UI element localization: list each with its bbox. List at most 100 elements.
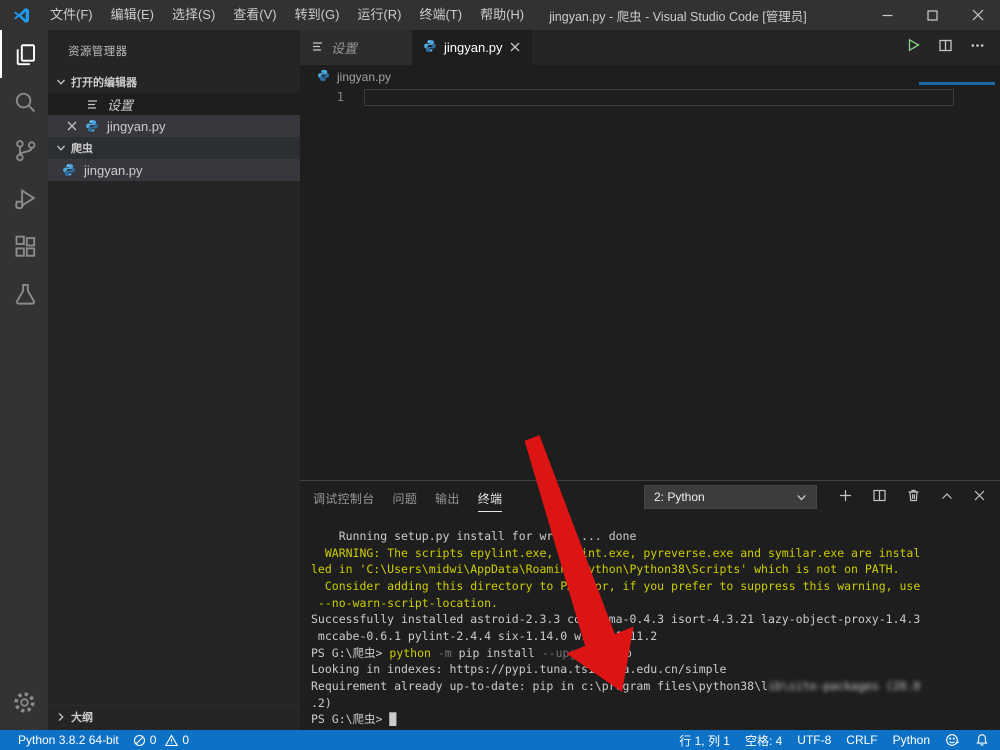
outline-label: 大纲 bbox=[71, 709, 93, 725]
activity-run-debug[interactable] bbox=[0, 174, 48, 222]
menu-file[interactable]: 文件(F) bbox=[41, 0, 102, 30]
section-label: 打开的编辑器 bbox=[71, 74, 137, 90]
panel-header: 调试控制台 问题 输出 终端 2: Python bbox=[300, 481, 1000, 513]
warning-count: 0 bbox=[182, 733, 189, 747]
close-icon[interactable] bbox=[510, 40, 520, 55]
terminal-select[interactable]: 2: Python bbox=[644, 485, 817, 509]
menu-go[interactable]: 转到(G) bbox=[286, 0, 349, 30]
open-editor-settings[interactable]: 设置 bbox=[48, 93, 300, 115]
section-open-editors[interactable]: 打开的编辑器 bbox=[48, 71, 300, 93]
error-count: 0 bbox=[150, 733, 157, 747]
extensions-icon bbox=[13, 234, 38, 259]
kill-terminal-button[interactable] bbox=[906, 488, 921, 506]
title-bar: 文件(F) 编辑(E) 选择(S) 查看(V) 转到(G) 运行(R) 终端(T… bbox=[0, 0, 1000, 30]
search-icon bbox=[13, 90, 38, 115]
activity-source-control[interactable] bbox=[0, 126, 48, 174]
new-terminal-button[interactable] bbox=[838, 488, 853, 506]
code-line-1[interactable]: 1 bbox=[300, 88, 1000, 110]
overview-ruler-mark bbox=[919, 82, 995, 85]
terminal-line: PS G:\爬虫> python -m pip install --upgrad… bbox=[311, 645, 998, 662]
open-editor-jingyan[interactable]: jingyan.py bbox=[48, 115, 300, 137]
panel-actions bbox=[838, 488, 986, 506]
terminal-line: .2) bbox=[311, 695, 998, 712]
files-icon bbox=[13, 42, 38, 67]
close-panel-button[interactable] bbox=[973, 489, 986, 505]
terminal-line: Running setup.py install for wrapt ... d… bbox=[311, 528, 998, 545]
terminal-line: led in 'C:\Users\midwi\AppData\Roaming\P… bbox=[311, 561, 998, 578]
bottom-panel: 调试控制台 问题 输出 终端 2: Python Running setup.p… bbox=[300, 480, 1000, 730]
terminal-select-value: 2: Python bbox=[654, 490, 705, 504]
maximize-button[interactable] bbox=[910, 0, 955, 30]
python-file-icon bbox=[61, 163, 77, 177]
close-button[interactable] bbox=[955, 0, 1000, 30]
vscode-window: 文件(F) 编辑(E) 选择(S) 查看(V) 转到(G) 运行(R) 终端(T… bbox=[0, 0, 1000, 750]
python-file-icon bbox=[423, 39, 437, 56]
terminal-line: Successfully installed astroid-2.3.3 col… bbox=[311, 611, 998, 628]
activity-extensions[interactable] bbox=[0, 222, 48, 270]
menu-selection[interactable]: 选择(S) bbox=[163, 0, 224, 30]
menu-edit[interactable]: 编辑(E) bbox=[102, 0, 163, 30]
vscode-logo-icon bbox=[13, 7, 30, 24]
split-editor-button[interactable] bbox=[938, 38, 953, 58]
cursor-position[interactable]: 行 1, 列 1 bbox=[679, 732, 730, 749]
sidebar-title: 资源管理器 bbox=[48, 30, 300, 71]
activity-explorer[interactable] bbox=[0, 30, 48, 78]
chevron-right-icon bbox=[53, 712, 69, 722]
feedback-button[interactable] bbox=[945, 733, 960, 747]
panel-tab-problems[interactable]: 问题 bbox=[393, 483, 418, 511]
activity-search[interactable] bbox=[0, 78, 48, 126]
file-jingyan[interactable]: jingyan.py bbox=[48, 159, 300, 181]
tab-settings[interactable]: 设置 bbox=[300, 30, 412, 65]
menu-terminal[interactable]: 终端(T) bbox=[410, 0, 471, 30]
panel-tab-terminal[interactable]: 终端 bbox=[478, 483, 503, 512]
error-circle-icon bbox=[133, 734, 146, 747]
notifications-button[interactable] bbox=[975, 733, 989, 747]
menu-view[interactable]: 查看(V) bbox=[224, 0, 285, 30]
panel-tab-output[interactable]: 输出 bbox=[435, 483, 460, 511]
problems-status[interactable]: 0 0 bbox=[133, 733, 189, 747]
tab-jingyan[interactable]: jingyan.py bbox=[412, 30, 532, 65]
gear-icon bbox=[12, 690, 37, 715]
manage-button[interactable] bbox=[0, 682, 48, 722]
settings-list-icon bbox=[84, 98, 100, 111]
terminal-line: mccabe-0.6.1 pylint-2.4.4 six-1.14.0 wra… bbox=[311, 628, 998, 645]
settings-list-icon bbox=[311, 40, 324, 56]
window-title: jingyan.py - 爬虫 - Visual Studio Code [管理… bbox=[478, 6, 878, 25]
file-label: jingyan.py bbox=[84, 163, 143, 178]
terminal-line: Consider adding this directory to PATH o… bbox=[311, 578, 998, 595]
encoding[interactable]: UTF-8 bbox=[797, 733, 831, 747]
current-line-highlight bbox=[364, 89, 954, 106]
close-icon[interactable] bbox=[64, 121, 80, 131]
editor-tab-bar: 设置 jingyan.py bbox=[300, 30, 1000, 65]
more-actions-button[interactable] bbox=[970, 38, 985, 58]
eol-sequence[interactable]: CRLF bbox=[846, 733, 877, 747]
smiley-icon bbox=[945, 733, 960, 747]
python-interpreter[interactable]: Python 3.8.2 64-bit bbox=[18, 733, 119, 747]
indentation[interactable]: 空格: 4 bbox=[745, 732, 782, 749]
editor-actions bbox=[905, 30, 1000, 65]
panel-tab-debug-console[interactable]: 调试控制台 bbox=[313, 483, 375, 511]
activity-test[interactable] bbox=[0, 270, 48, 318]
explorer-sidebar: 资源管理器 打开的编辑器 设置 jingyan.py 爬虫 jingyan.py… bbox=[48, 30, 300, 730]
run-button[interactable] bbox=[905, 37, 921, 58]
breadcrumb[interactable]: jingyan.py bbox=[300, 65, 1000, 88]
open-editor-label: jingyan.py bbox=[107, 119, 166, 134]
terminal-line: PS G:\爬虫> █ bbox=[311, 711, 998, 728]
breadcrumb-item[interactable]: jingyan.py bbox=[337, 70, 391, 84]
maximize-panel-button[interactable] bbox=[940, 489, 954, 506]
terminal-output[interactable]: Running setup.py install for wrapt ... d… bbox=[311, 528, 998, 730]
terminal-line: Requirement already up-to-date: pip in c… bbox=[311, 678, 998, 695]
terminal-line: Looking in indexes: https://pypi.tuna.ts… bbox=[311, 661, 998, 678]
chevron-down-icon bbox=[53, 77, 69, 87]
chevron-down-icon bbox=[53, 143, 69, 153]
section-folder[interactable]: 爬虫 bbox=[48, 137, 300, 159]
menu-run[interactable]: 运行(R) bbox=[348, 0, 410, 30]
language-mode[interactable]: Python bbox=[893, 733, 930, 747]
warning-triangle-icon bbox=[165, 734, 178, 747]
split-terminal-button[interactable] bbox=[872, 488, 887, 506]
tab-label: 设置 bbox=[331, 38, 357, 57]
activity-bar bbox=[0, 30, 48, 730]
section-outline[interactable]: 大纲 bbox=[48, 705, 300, 727]
minimize-button[interactable] bbox=[865, 0, 910, 30]
python-file-icon bbox=[84, 119, 100, 133]
